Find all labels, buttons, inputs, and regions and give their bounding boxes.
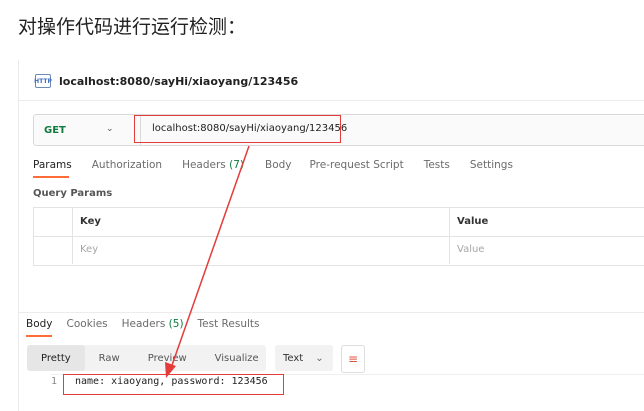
view-mode-segment: Pretty Raw Preview Visualize — [27, 345, 266, 371]
response-highlight-box — [63, 374, 284, 395]
column-divider — [449, 236, 450, 264]
column-key: Key — [80, 216, 101, 227]
view-raw[interactable]: Raw — [85, 345, 134, 371]
chevron-down-icon: ⌄ — [106, 124, 114, 134]
url-highlight-box — [134, 115, 341, 143]
postman-window: HTTP localhost:8080/sayHi/xiaoyang/12345… — [18, 60, 644, 411]
tab-headers[interactable]: Headers (7) — [182, 159, 244, 171]
response-tab-cookies[interactable]: Cookies — [67, 318, 108, 330]
method-select[interactable]: GET ⌄ — [34, 115, 141, 145]
query-params-label: Query Params — [33, 188, 113, 199]
tab-pre-request-script[interactable]: Pre-request Script — [310, 159, 404, 171]
tab-authorization[interactable]: Authorization — [92, 159, 162, 171]
table-header-row: Key Value — [34, 208, 644, 237]
value-input[interactable]: Value — [457, 244, 484, 255]
tab-headers-label: Headers — [182, 159, 226, 171]
column-divider — [449, 208, 450, 236]
tab-settings[interactable]: Settings — [470, 159, 513, 171]
table-row: Key Value — [34, 236, 644, 264]
tab-params[interactable]: Params — [33, 159, 72, 171]
section-heading: 对操作代码进行运行检测： — [18, 16, 247, 38]
column-value: Value — [457, 216, 489, 227]
chevron-down-icon: ⌄ — [315, 352, 324, 364]
wrap-lines-icon[interactable]: ≡ — [341, 345, 365, 373]
column-divider — [72, 208, 73, 236]
method-label: GET — [44, 124, 66, 136]
divider — [19, 100, 644, 101]
format-label: Text — [283, 352, 304, 364]
line-number: 1 — [50, 376, 57, 387]
format-select[interactable]: Text ⌄ — [275, 345, 333, 371]
response-tab-body[interactable]: Body — [26, 318, 53, 330]
active-response-tab-indicator — [26, 335, 52, 337]
response-tab-headers-count: (5) — [168, 318, 184, 330]
view-pretty[interactable]: Pretty — [27, 345, 85, 371]
request-tab[interactable]: HTTP localhost:8080/sayHi/xiaoyang/12345… — [34, 74, 299, 88]
key-input[interactable]: Key — [80, 244, 98, 255]
response-tabs: Body Cookies Headers (5) Test Results — [26, 318, 259, 330]
view-preview[interactable]: Preview — [134, 345, 201, 371]
tab-headers-count: (7) — [229, 159, 244, 171]
divider — [19, 312, 644, 313]
column-divider — [72, 236, 73, 264]
tab-tests[interactable]: Tests — [424, 159, 450, 171]
response-tab-test-results[interactable]: Test Results — [198, 318, 260, 330]
query-params-table: Key Value Key Value — [33, 207, 644, 266]
request-title: localhost:8080/sayHi/xiaoyang/123456 — [59, 74, 299, 88]
http-icon: HTTP — [34, 74, 52, 88]
view-visualize[interactable]: Visualize — [201, 345, 273, 371]
tab-body[interactable]: Body — [265, 159, 292, 171]
active-tab-indicator — [33, 176, 69, 178]
request-tabs: Params Authorization Headers (7) Body Pr… — [33, 159, 513, 171]
response-tab-headers-label: Headers — [121, 318, 166, 330]
response-tab-headers[interactable]: Headers (5) — [122, 318, 184, 330]
